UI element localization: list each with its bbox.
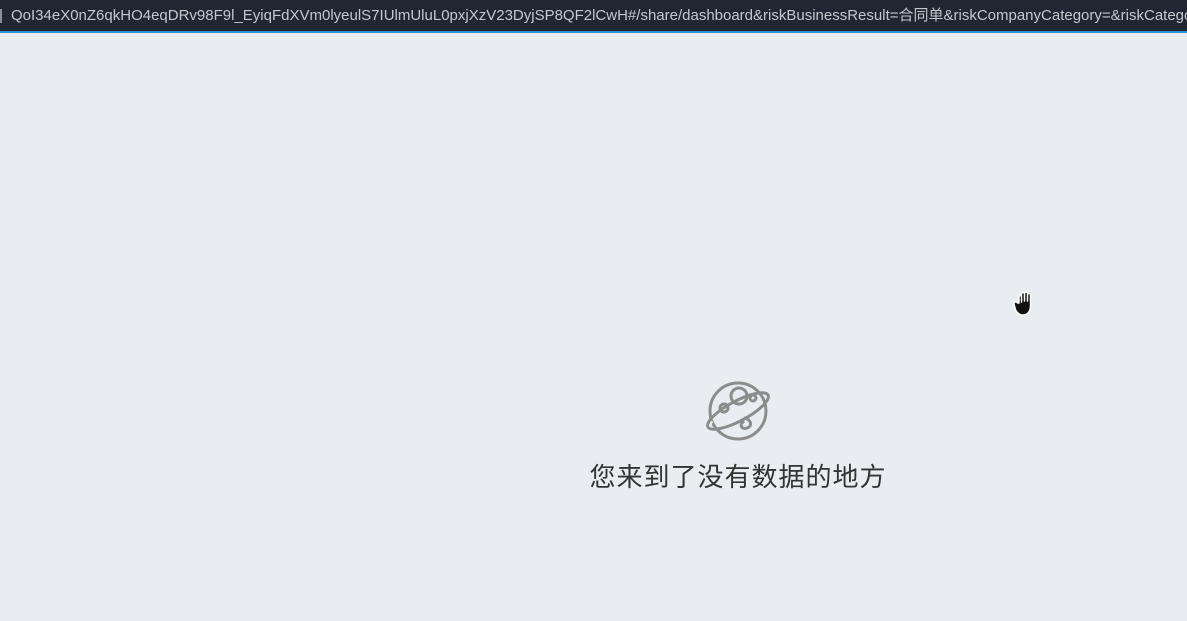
empty-state-message: 您来到了没有数据的地方 <box>589 463 887 493</box>
dashboard-content: 您来到了没有数据的地方 <box>0 35 1187 621</box>
address-bar-divider <box>0 9 2 23</box>
address-bar-url[interactable]: QoI34eX0nZ6qkHO4eqDRv98F9l_EyiqFdXVm0lye… <box>11 6 1187 26</box>
address-bar[interactable]: QoI34eX0nZ6qkHO4eqDRv98F9l_EyiqFdXVm0lye… <box>0 0 1187 33</box>
planet-icon <box>706 381 770 441</box>
empty-state: 您来到了没有数据的地方 <box>558 380 918 494</box>
hand-cursor-icon <box>1013 291 1032 316</box>
